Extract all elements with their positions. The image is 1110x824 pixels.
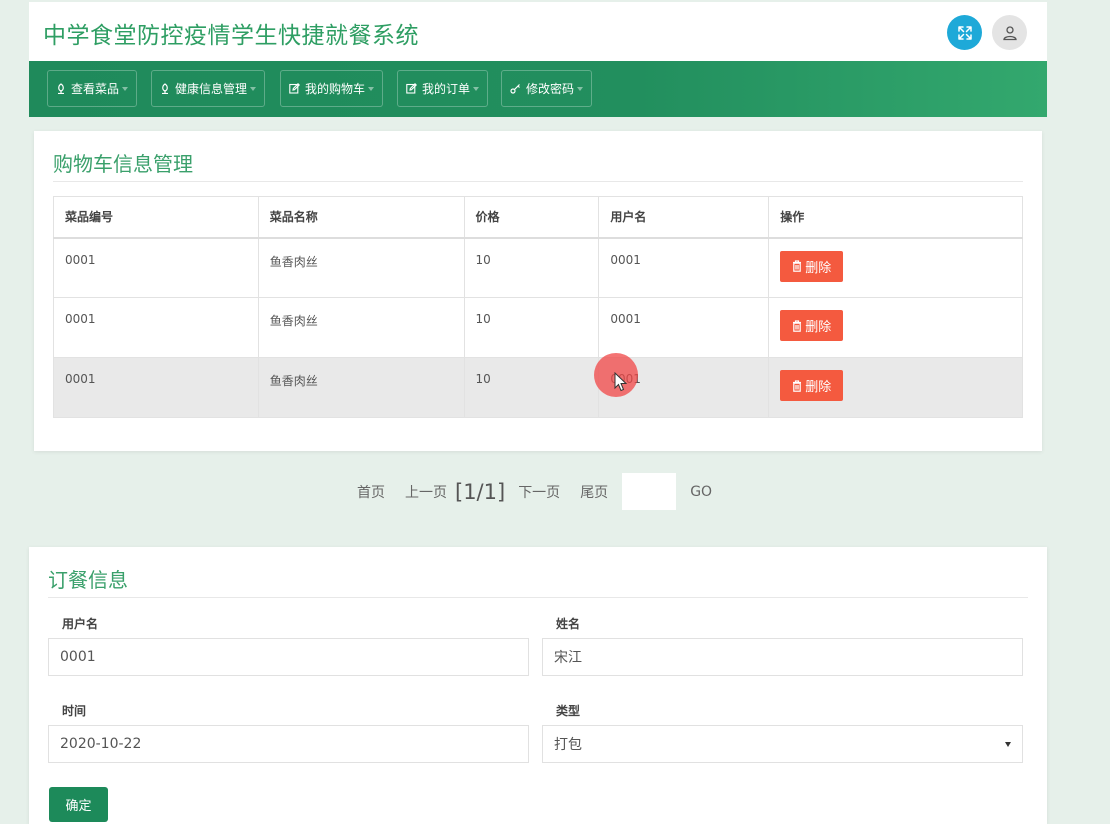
main-nav: 查看菜品 健康信息管理 我的购物车 我的订单 修改密码 — [29, 61, 1047, 117]
cell-price: 10 — [463, 357, 600, 418]
pagination: 首页 上一页 [1/1] 下一页 尾页 GO — [357, 473, 712, 510]
current-page-indicator: [1/1] — [455, 479, 506, 504]
nav-item-health-info[interactable]: 健康信息管理 — [151, 70, 266, 107]
trash-icon — [792, 379, 802, 392]
prev-page-link[interactable]: 上一页 — [405, 482, 447, 502]
time-field[interactable]: 2020-10-22 — [48, 725, 529, 763]
nav-item-label: 查看菜品 — [71, 82, 120, 96]
column-header: 操作 — [768, 196, 1023, 239]
chevron-down-icon — [1005, 741, 1011, 747]
delete-button[interactable]: 删除 — [780, 370, 844, 401]
name-label: 姓名 — [556, 617, 581, 631]
column-header: 价格 — [463, 196, 600, 239]
first-page-link[interactable]: 首页 — [357, 482, 385, 502]
cell-username: 0001 — [598, 237, 770, 298]
delete-label: 删除 — [805, 260, 832, 276]
cell-price: 10 — [463, 297, 600, 358]
nav-item-view-dishes[interactable]: 查看菜品 — [47, 70, 138, 107]
table-row: 0001 鱼香肉丝 10 0001 删除 — [53, 237, 1023, 298]
cart-table: 菜品编号 菜品名称 价格 用户名 操作 0001 鱼香肉丝 10 0001 删除… — [53, 196, 1023, 418]
nav-item-label: 我的订单 — [422, 82, 471, 96]
cell-actions: 删除 — [768, 237, 1023, 298]
edit-icon — [406, 83, 417, 94]
username-value: 0001 — [60, 649, 96, 665]
page-number-input[interactable] — [622, 473, 677, 510]
panel-title: 购物车信息管理 — [53, 152, 193, 176]
cell-actions: 删除 — [768, 357, 1023, 418]
user-icon — [1002, 25, 1017, 40]
delete-button[interactable]: 删除 — [780, 250, 844, 282]
divider — [48, 597, 1028, 598]
username-field[interactable]: 0001 — [48, 638, 529, 676]
panel-title: 订餐信息 — [48, 568, 128, 592]
chevron-down-icon — [250, 86, 257, 91]
nav-item-change-password[interactable]: 修改密码 — [501, 70, 593, 107]
table-row: 0001 鱼香肉丝 10 0001 删除 — [53, 357, 1023, 418]
trash-icon — [792, 319, 802, 332]
cart-panel: 购物车信息管理 菜品编号 菜品名称 价格 用户名 操作 0001 鱼香肉丝 10… — [34, 131, 1042, 451]
cell-dish-code: 0001 — [53, 357, 259, 418]
cell-price: 10 — [463, 237, 600, 298]
cell-dish-name: 鱼香肉丝 — [257, 297, 465, 358]
delete-label: 删除 — [805, 380, 832, 395]
nav-item-label: 修改密码 — [526, 82, 575, 96]
confirm-button[interactable]: 确定 — [49, 787, 108, 822]
delete-label: 删除 — [805, 320, 832, 335]
nav-item-my-cart[interactable]: 我的购物车 — [280, 70, 384, 107]
divider — [53, 181, 1023, 182]
leaf-icon — [160, 83, 170, 94]
cell-dish-name: 鱼香肉丝 — [257, 357, 465, 418]
cell-dish-code: 0001 — [53, 237, 259, 298]
next-page-link[interactable]: 下一页 — [518, 482, 560, 502]
cell-dish-code: 0001 — [53, 297, 259, 358]
fullscreen-icon — [957, 25, 972, 40]
key-icon — [510, 83, 521, 94]
cell-dish-name: 鱼香肉丝 — [257, 237, 465, 298]
delete-button[interactable]: 删除 — [780, 310, 844, 341]
last-page-link[interactable]: 尾页 — [580, 482, 608, 502]
column-header: 用户名 — [598, 196, 770, 239]
chevron-down-icon — [473, 86, 480, 91]
cell-username: 0001 — [598, 297, 770, 358]
time-label: 时间 — [62, 704, 87, 718]
table-row: 0001 鱼香肉丝 10 0001 删除 — [53, 297, 1023, 358]
order-panel: 订餐信息 用户名 0001 姓名 宋江 时间 2020-10-22 类型 打包 … — [29, 547, 1047, 824]
nav-item-label: 健康信息管理 — [175, 82, 248, 96]
nav-item-my-orders[interactable]: 我的订单 — [397, 70, 489, 107]
table-header-row: 菜品编号 菜品名称 价格 用户名 操作 — [53, 196, 1023, 239]
name-value: 宋江 — [554, 650, 582, 666]
cell-actions: 删除 — [768, 297, 1023, 358]
go-button[interactable]: GO — [690, 484, 712, 500]
type-select[interactable]: 打包 — [542, 725, 1023, 763]
trash-icon — [792, 260, 802, 272]
mouse-cursor-icon — [614, 372, 628, 392]
time-value: 2020-10-22 — [60, 736, 142, 752]
chevron-down-icon — [577, 86, 584, 91]
chevron-down-icon — [122, 86, 129, 91]
name-field[interactable]: 宋江 — [542, 638, 1023, 676]
type-value: 打包 — [554, 737, 582, 753]
app-header: 中学食堂防控疫情学生快捷就餐系统 — [29, 2, 1047, 61]
edit-icon — [289, 83, 300, 94]
user-menu-button[interactable] — [992, 15, 1027, 50]
fullscreen-button[interactable] — [947, 15, 982, 50]
column-header: 菜品名称 — [257, 196, 465, 239]
leaf-icon — [56, 83, 66, 94]
column-header: 菜品编号 — [53, 196, 259, 239]
app-title: 中学食堂防控疫情学生快捷就餐系统 — [43, 23, 419, 49]
nav-item-label: 我的购物车 — [305, 82, 366, 96]
username-label: 用户名 — [62, 617, 99, 631]
type-label: 类型 — [556, 704, 581, 718]
chevron-down-icon — [368, 86, 375, 91]
